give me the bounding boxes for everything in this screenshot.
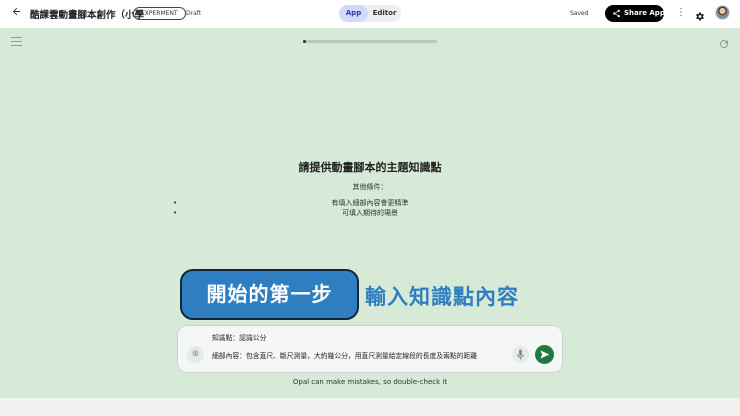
progress-fill <box>303 40 306 43</box>
share-app-button[interactable]: Share App <box>605 5 665 22</box>
progress-bar <box>303 40 437 43</box>
conditions-label: 其他條件： <box>352 183 388 191</box>
prompt-input-box[interactable]: ⊕ 知識點：認識公分 細部內容：包含直尺、斷尺測量，大約幾公分，用直尺測量給定線… <box>177 325 563 373</box>
send-icon <box>540 350 550 359</box>
app-title: 酷課雲動畫腳本創作（小學 <box>30 10 145 21</box>
saved-status: Saved <box>570 10 589 17</box>
gear-icon[interactable] <box>694 7 705 21</box>
conditions-list: 有填入細部內容會更精準 可填入期待的場景 <box>0 198 740 218</box>
hamburger-icon[interactable] <box>11 37 22 46</box>
avatar[interactable] <box>715 5 730 20</box>
share-app-label: Share App <box>624 9 665 17</box>
footer-strip <box>0 398 740 416</box>
mic-button[interactable] <box>512 346 529 363</box>
tab-app[interactable]: App <box>339 5 368 22</box>
back-arrow-icon[interactable] <box>9 6 23 20</box>
top-bar: 酷課雲動畫腳本創作（小學 EXPERMENT Draft App Editor … <box>0 0 740 28</box>
disclaimer: Opal can make mistakes, so double-check … <box>292 378 448 386</box>
list-item: 可填入期待的場景 <box>0 208 740 218</box>
view-toggle: App Editor <box>339 5 401 22</box>
input-line-details: 細部內容：包含直尺、斷尺測量，大約幾公分，用直尺測量給定線段的長度及兩點的距離 <box>212 352 478 360</box>
draft-status: Draft <box>186 10 202 17</box>
send-button[interactable] <box>535 345 554 364</box>
tab-editor[interactable]: Editor <box>368 5 401 22</box>
experiment-badge: EXPERMENT <box>133 7 186 20</box>
add-button[interactable]: ⊕ <box>187 346 204 363</box>
prompt-heading: 請提供動畫腳本的主題知識點 <box>298 161 442 174</box>
list-item: 有填入細部內容會更精準 <box>0 198 740 208</box>
step-instruction: 輸入知識點內容 <box>365 285 519 309</box>
more-vert-icon[interactable]: ⋮ <box>676 7 686 19</box>
input-line-topic: 知識點：認識公分 <box>212 334 267 342</box>
mic-icon <box>517 349 524 360</box>
add-icon: ⊕ <box>191 349 200 359</box>
refresh-icon[interactable] <box>718 35 730 49</box>
first-step-banner: 開始的第一步 <box>180 269 359 320</box>
share-icon <box>613 9 620 18</box>
prompt-input[interactable]: 知識點：認識公分 細部內容：包含直尺、斷尺測量，大約幾公分，用直尺測量給定線段的… <box>212 334 512 361</box>
